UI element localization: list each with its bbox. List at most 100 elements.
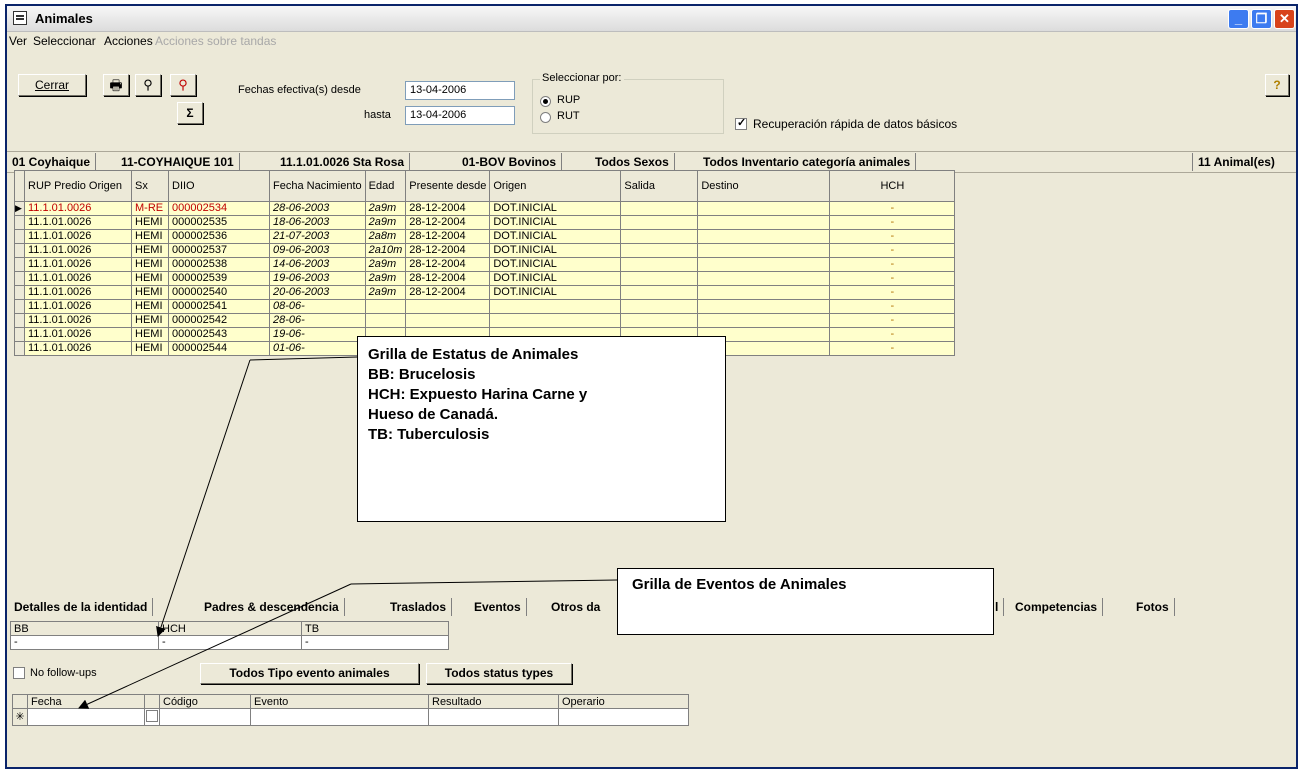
new-event-evento[interactable] (250, 708, 429, 726)
grid-cell[interactable]: 28-06-2003 (269, 201, 366, 216)
grid-cell[interactable] (697, 299, 831, 314)
grid-cell[interactable]: HEMI (131, 327, 169, 342)
filter-species[interactable]: 01-BOV Bovinos (457, 153, 563, 171)
menu-acciones[interactable]: Acciones (104, 34, 153, 48)
dates-to-input[interactable]: 13-04-2006 (405, 106, 515, 125)
row-selector[interactable] (14, 215, 25, 230)
grid-cell[interactable]: DOT.INICIAL (489, 271, 622, 286)
grid-cell[interactable]: - (829, 243, 956, 258)
grid-cell[interactable]: DOT.INICIAL (489, 215, 622, 230)
grid-cell[interactable]: 2a9m (364, 201, 407, 216)
grid-cell[interactable]: 11.1.01.0026 (24, 341, 132, 356)
tab-padres[interactable]: Padres & descendencia (199, 598, 345, 616)
tab-otros[interactable]: Otros da (546, 598, 605, 616)
grid-cell[interactable] (620, 271, 699, 286)
grid-cell[interactable] (489, 313, 622, 328)
grid-cell[interactable]: HEMI (131, 341, 169, 356)
grid-cell[interactable]: 20-06-2003 (269, 285, 366, 300)
grid-cell[interactable]: - (829, 341, 956, 356)
col-hch[interactable]: HCH (829, 170, 956, 202)
table-row[interactable]: 11.1.01.0026 HEMI 000002535 18-06-2003 2a9m 2… (14, 215, 956, 230)
grid-cell[interactable]: 11.1.01.0026 (24, 285, 132, 300)
events-grid[interactable]: Fecha Código Evento Resultado Operario ✳ (12, 694, 689, 726)
table-row[interactable]: ▶ 11.1.01.0026 M-RE 000002534 28-06-2003 2a9m… (14, 201, 956, 216)
grid-cell[interactable]: 28-12-2004 (405, 229, 491, 244)
grid-cell[interactable]: 000002538 (168, 257, 270, 272)
menu-seleccionar[interactable]: Seleccionar (33, 34, 96, 48)
grid-cell[interactable]: 18-06-2003 (269, 215, 366, 230)
status-grid[interactable]: BB HCH TB - - - (10, 621, 449, 650)
find-button[interactable]: ⚲ (135, 74, 161, 96)
grid-cell[interactable]: DOT.INICIAL (489, 285, 622, 300)
print-button[interactable]: 🖶 (103, 74, 129, 96)
table-row[interactable]: 11.1.01.0026 HEMI 000002536 21-07-2003 2a8m 2… (14, 229, 956, 244)
col-rup[interactable]: RUP Predio Origen (24, 170, 132, 202)
close-window-button[interactable]: ✕ (1274, 9, 1295, 29)
grid-cell[interactable]: 000002541 (168, 299, 270, 314)
grid-cell[interactable]: - (829, 215, 956, 230)
grid-cell[interactable]: DOT.INICIAL (489, 229, 622, 244)
grid-cell[interactable] (697, 271, 831, 286)
sum-button[interactable]: Σ (177, 102, 203, 124)
grid-cell[interactable] (620, 299, 699, 314)
grid-cell[interactable]: 11.1.01.0026 (24, 271, 132, 286)
quick-recovery-checkbox[interactable]: ✓ (735, 117, 747, 130)
grid-cell[interactable]: 000002543 (168, 327, 270, 342)
grid-cell[interactable]: 000002535 (168, 215, 270, 230)
grid-cell[interactable]: 28-12-2004 (405, 243, 491, 258)
event-type-filter-button[interactable]: Todos Tipo evento animales (200, 663, 419, 684)
status-tb-value[interactable]: - (301, 635, 449, 650)
row-selector[interactable] (14, 271, 25, 286)
status-types-filter-button[interactable]: Todos status types (426, 663, 572, 684)
radio-rut[interactable] (540, 112, 551, 123)
filter-category[interactable]: Todos Inventario categoría animales (698, 153, 917, 171)
col-sx[interactable]: Sx (131, 170, 169, 202)
grid-cell[interactable]: HEMI (131, 313, 169, 328)
grid-cell[interactable]: - (829, 285, 956, 300)
events-col-resultado[interactable]: Resultado (428, 694, 559, 709)
row-selector[interactable] (14, 285, 25, 300)
new-event-checkbox[interactable] (146, 710, 158, 722)
events-col-codigo[interactable]: Código (159, 694, 251, 709)
new-event-operario[interactable] (558, 708, 689, 726)
grid-cell[interactable]: 2a10m (364, 243, 407, 258)
grid-cell[interactable]: 28-12-2004 (405, 201, 491, 216)
grid-cell[interactable] (620, 313, 699, 328)
row-selector[interactable] (14, 313, 25, 328)
filter-predio[interactable]: 11.1.01.0026 Sta Rosa (275, 153, 411, 171)
grid-cell[interactable]: 09-06-2003 (269, 243, 366, 258)
grid-cell[interactable] (405, 299, 491, 314)
new-event-fecha[interactable] (27, 708, 145, 726)
grid-cell[interactable] (620, 215, 699, 230)
table-row[interactable]: 11.1.01.0026 HEMI 000002541 08-06- - (14, 299, 956, 314)
grid-cell[interactable]: 21-07-2003 (269, 229, 366, 244)
grid-cell[interactable] (489, 299, 622, 314)
filter-sex[interactable]: Todos Sexos (590, 153, 675, 171)
events-col-fecha[interactable]: Fecha (27, 694, 145, 709)
table-row[interactable]: 11.1.01.0026 HEMI 000002539 19-06-2003 2a9m 2… (14, 271, 956, 286)
grid-cell[interactable]: HEMI (131, 285, 169, 300)
grid-cell[interactable]: 11.1.01.0026 (24, 201, 132, 216)
dates-from-input[interactable]: 13-04-2006 (405, 81, 515, 100)
grid-cell[interactable]: 14-06-2003 (269, 257, 366, 272)
tab-traslados[interactable]: Traslados (385, 598, 453, 616)
grid-cell[interactable] (697, 257, 831, 272)
grid-cell[interactable]: HEMI (131, 299, 169, 314)
grid-cell[interactable] (697, 285, 831, 300)
animals-grid[interactable]: RUP Predio Origen Sx DIIO Fecha Nacimien… (14, 170, 956, 356)
grid-cell[interactable]: 000002542 (168, 313, 270, 328)
table-row[interactable]: 11.1.01.0026 HEMI 000002542 28-06- - (14, 313, 956, 328)
filter-commune[interactable]: 11-COYHAIQUE 101 (116, 153, 240, 171)
grid-cell[interactable] (697, 201, 831, 216)
grid-cell[interactable]: 000002537 (168, 243, 270, 258)
grid-cell[interactable]: 11.1.01.0026 (24, 215, 132, 230)
col-presente[interactable]: Presente desde (405, 170, 491, 202)
grid-cell[interactable]: - (829, 327, 956, 342)
grid-cell[interactable] (697, 215, 831, 230)
grid-cell[interactable]: 11.1.01.0026 (24, 243, 132, 258)
grid-cell[interactable]: M-RE (131, 201, 169, 216)
tab-competencias[interactable]: Competencias (1010, 598, 1104, 616)
help-button[interactable]: ? (1265, 74, 1289, 96)
grid-cell[interactable]: DOT.INICIAL (489, 201, 622, 216)
grid-cell[interactable]: 11.1.01.0026 (24, 229, 132, 244)
